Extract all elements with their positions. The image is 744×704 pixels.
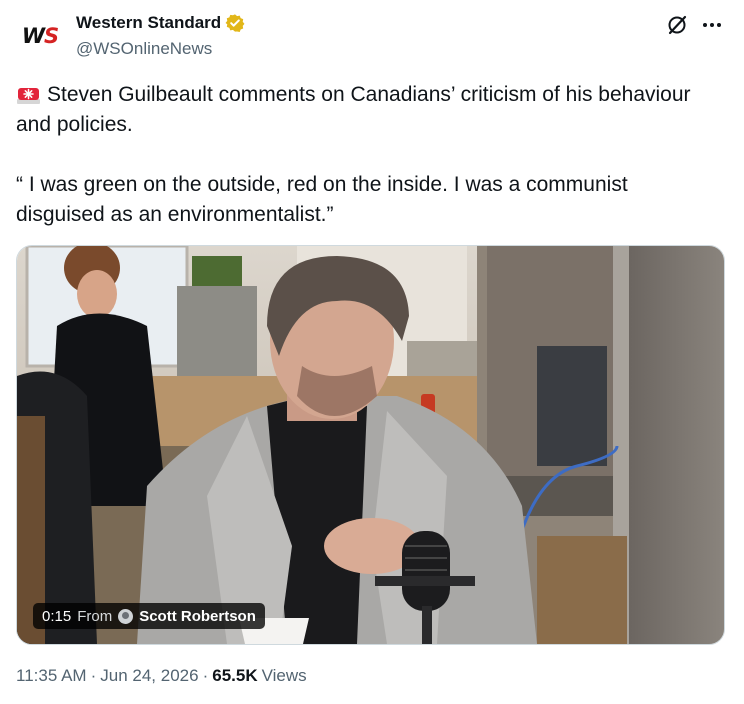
avatar-logo: WS bbox=[21, 24, 59, 48]
views-count: 65.5K bbox=[212, 666, 258, 685]
video-overlay-badge: 0:15 From Scott Robertson bbox=[33, 603, 265, 629]
tweet-date-link[interactable]: Jun 24, 2026 bbox=[100, 666, 198, 686]
meta-separator-2: · bbox=[202, 666, 209, 685]
grok-icon[interactable] bbox=[666, 14, 688, 36]
tweet-line-1: Steven Guilbeault comments on Canadians’… bbox=[16, 80, 716, 140]
video-player[interactable]: 0:15 From Scott Robertson bbox=[16, 245, 725, 645]
avatar-letter-s: S bbox=[44, 24, 59, 48]
meta-separator: · bbox=[90, 666, 97, 685]
author-name[interactable]: Western Standard bbox=[76, 13, 221, 33]
tweet-body: Steven Guilbeault comments on Canadians’… bbox=[16, 80, 716, 230]
tweet-line-1-text: Steven Guilbeault comments on Canadians’… bbox=[16, 83, 691, 136]
siren-icon bbox=[16, 82, 41, 104]
tweet-meta: 11:35 AM · Jun 24, 2026 · 65.5K Views bbox=[16, 666, 307, 686]
creator-avatar-icon bbox=[118, 608, 134, 624]
views-label: Views bbox=[261, 666, 307, 685]
author-avatar[interactable]: WS bbox=[16, 12, 64, 60]
video-frame bbox=[17, 246, 724, 644]
from-label: From bbox=[77, 607, 113, 625]
verified-badge-icon[interactable] bbox=[225, 13, 245, 33]
author-handle[interactable]: @WSOnlineNews bbox=[76, 39, 212, 59]
video-creator-link[interactable]: Scott Robertson bbox=[139, 608, 256, 625]
more-options-icon[interactable] bbox=[700, 14, 724, 36]
avatar-letter-w: W bbox=[21, 24, 45, 48]
tweet-quote: “ I was green on the outside, red on the… bbox=[16, 173, 628, 226]
video-duration: 0:15 bbox=[42, 607, 72, 625]
author-name-row: Western Standard bbox=[76, 13, 245, 33]
tweet-time-link[interactable]: 11:35 AM bbox=[16, 666, 87, 686]
